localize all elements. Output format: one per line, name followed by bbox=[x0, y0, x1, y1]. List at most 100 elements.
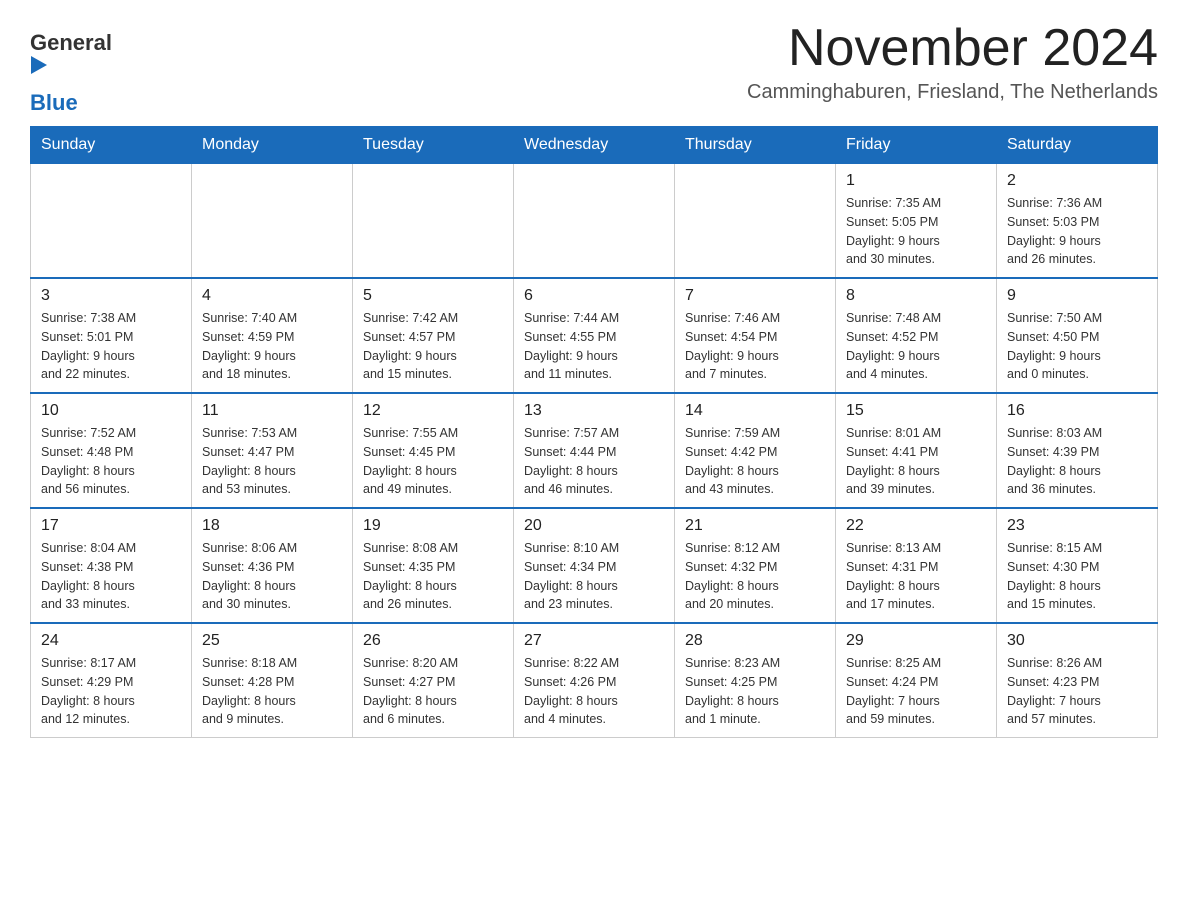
day-info: Sunrise: 8:17 AMSunset: 4:29 PMDaylight:… bbox=[41, 654, 181, 729]
week-row-2: 3 Sunrise: 7:38 AMSunset: 5:01 PMDaylight… bbox=[31, 278, 1158, 393]
calendar-cell: 19Sunrise: 8:08 AMSunset: 4:35 PMDayligh… bbox=[353, 508, 514, 623]
calendar-cell: 16 Sunrise: 8:03 AMSunset: 4:39 PMDayligh… bbox=[997, 393, 1158, 508]
day-info: Sunrise: 7:57 AMSunset: 4:44 PMDaylight:… bbox=[524, 424, 664, 499]
month-title: November 2024 bbox=[747, 20, 1158, 77]
calendar-table: Sunday Monday Tuesday Wednesday Thursday… bbox=[30, 126, 1158, 738]
calendar-cell bbox=[353, 163, 514, 278]
logo: General Blue bbox=[30, 30, 112, 116]
day-number: 22 bbox=[846, 517, 986, 535]
day-info: Sunrise: 8:06 AMSunset: 4:36 PMDaylight:… bbox=[202, 539, 342, 614]
header-saturday: Saturday bbox=[997, 127, 1158, 163]
day-info: Sunrise: 8:03 AMSunset: 4:39 PMDaylight:… bbox=[1007, 424, 1147, 499]
day-number: 3 bbox=[41, 287, 181, 305]
calendar-cell: 29 Sunrise: 8:25 AMSunset: 4:24 PMDayligh… bbox=[836, 623, 997, 738]
day-info: Sunrise: 8:04 AMSunset: 4:38 PMDaylight:… bbox=[41, 539, 181, 614]
calendar-cell: 7 Sunrise: 7:46 AMSunset: 4:54 PMDaylight… bbox=[675, 278, 836, 393]
day-number: 1 bbox=[846, 172, 986, 190]
week-row-1: 1Sunrise: 7:35 AMSunset: 5:05 PMDaylight… bbox=[31, 163, 1158, 278]
day-number: 20 bbox=[524, 517, 664, 535]
calendar-cell: 14 Sunrise: 7:59 AMSunset: 4:42 PMDayligh… bbox=[675, 393, 836, 508]
calendar-cell: 10Sunrise: 7:52 AMSunset: 4:48 PMDayligh… bbox=[31, 393, 192, 508]
day-info: Sunrise: 7:38 AMSunset: 5:01 PMDaylight:… bbox=[41, 309, 181, 384]
day-info: Sunrise: 7:36 AMSunset: 5:03 PMDaylight:… bbox=[1007, 194, 1147, 269]
day-number: 9 bbox=[1007, 287, 1147, 305]
calendar-cell bbox=[31, 163, 192, 278]
calendar-cell: 8Sunrise: 7:48 AMSunset: 4:52 PMDaylight… bbox=[836, 278, 997, 393]
day-number: 11 bbox=[202, 402, 342, 420]
day-number: 12 bbox=[363, 402, 503, 420]
day-number: 16 bbox=[1007, 402, 1147, 420]
day-info: Sunrise: 7:52 AMSunset: 4:48 PMDaylight:… bbox=[41, 424, 181, 499]
day-info: Sunrise: 7:40 AMSunset: 4:59 PMDaylight:… bbox=[202, 309, 342, 384]
day-info: Sunrise: 7:46 AMSunset: 4:54 PMDaylight:… bbox=[685, 309, 825, 384]
day-number: 29 bbox=[846, 632, 986, 650]
calendar-cell: 9 Sunrise: 7:50 AMSunset: 4:50 PMDaylight… bbox=[997, 278, 1158, 393]
calendar-cell bbox=[514, 163, 675, 278]
week-row-3: 10Sunrise: 7:52 AMSunset: 4:48 PMDayligh… bbox=[31, 393, 1158, 508]
calendar-cell: 2 Sunrise: 7:36 AMSunset: 5:03 PMDaylight… bbox=[997, 163, 1158, 278]
location-subtitle: Camminghaburen, Friesland, The Netherlan… bbox=[747, 81, 1158, 104]
day-number: 6 bbox=[524, 287, 664, 305]
calendar-cell: 27Sunrise: 8:22 AMSunset: 4:26 PMDayligh… bbox=[514, 623, 675, 738]
header-monday: Monday bbox=[192, 127, 353, 163]
calendar-cell: 6Sunrise: 7:44 AMSunset: 4:55 PMDaylight… bbox=[514, 278, 675, 393]
header-thursday: Thursday bbox=[675, 127, 836, 163]
day-info: Sunrise: 7:42 AMSunset: 4:57 PMDaylight:… bbox=[363, 309, 503, 384]
title-block: November 2024 Camminghaburen, Friesland,… bbox=[747, 20, 1158, 104]
calendar-cell: 13 Sunrise: 7:57 AMSunset: 4:44 PMDayligh… bbox=[514, 393, 675, 508]
day-number: 8 bbox=[846, 287, 986, 305]
calendar-cell: 11 Sunrise: 7:53 AMSunset: 4:47 PMDayligh… bbox=[192, 393, 353, 508]
day-number: 4 bbox=[202, 287, 342, 305]
day-info: Sunrise: 8:10 AMSunset: 4:34 PMDaylight:… bbox=[524, 539, 664, 614]
day-info: Sunrise: 7:55 AMSunset: 4:45 PMDaylight:… bbox=[363, 424, 503, 499]
day-info: Sunrise: 8:01 AMSunset: 4:41 PMDaylight:… bbox=[846, 424, 986, 499]
day-number: 24 bbox=[41, 632, 181, 650]
day-number: 2 bbox=[1007, 172, 1147, 190]
day-number: 28 bbox=[685, 632, 825, 650]
header-friday: Friday bbox=[836, 127, 997, 163]
day-number: 13 bbox=[524, 402, 664, 420]
calendar-cell: 25 Sunrise: 8:18 AMSunset: 4:28 PMDayligh… bbox=[192, 623, 353, 738]
day-info: Sunrise: 8:23 AMSunset: 4:25 PMDaylight:… bbox=[685, 654, 825, 729]
calendar-cell: 20 Sunrise: 8:10 AMSunset: 4:34 PMDayligh… bbox=[514, 508, 675, 623]
day-info: Sunrise: 8:26 AMSunset: 4:23 PMDaylight:… bbox=[1007, 654, 1147, 729]
day-info: Sunrise: 7:59 AMSunset: 4:42 PMDaylight:… bbox=[685, 424, 825, 499]
day-info: Sunrise: 8:15 AMSunset: 4:30 PMDaylight:… bbox=[1007, 539, 1147, 614]
calendar-cell: 21Sunrise: 8:12 AMSunset: 4:32 PMDayligh… bbox=[675, 508, 836, 623]
header-tuesday: Tuesday bbox=[353, 127, 514, 163]
calendar-cell: 24 Sunrise: 8:17 AMSunset: 4:29 PMDayligh… bbox=[31, 623, 192, 738]
day-number: 19 bbox=[363, 517, 503, 535]
calendar-cell: 18 Sunrise: 8:06 AMSunset: 4:36 PMDayligh… bbox=[192, 508, 353, 623]
day-number: 26 bbox=[363, 632, 503, 650]
day-number: 25 bbox=[202, 632, 342, 650]
calendar-cell: 12 Sunrise: 7:55 AMSunset: 4:45 PMDayligh… bbox=[353, 393, 514, 508]
calendar-cell: 22 Sunrise: 8:13 AMSunset: 4:31 PMDayligh… bbox=[836, 508, 997, 623]
day-info: Sunrise: 8:20 AMSunset: 4:27 PMDaylight:… bbox=[363, 654, 503, 729]
day-info: Sunrise: 8:18 AMSunset: 4:28 PMDaylight:… bbox=[202, 654, 342, 729]
calendar-cell: 3 Sunrise: 7:38 AMSunset: 5:01 PMDaylight… bbox=[31, 278, 192, 393]
week-row-4: 17Sunrise: 8:04 AMSunset: 4:38 PMDayligh… bbox=[31, 508, 1158, 623]
day-number: 7 bbox=[685, 287, 825, 305]
weekday-header-row: Sunday Monday Tuesday Wednesday Thursday… bbox=[31, 127, 1158, 163]
calendar-cell: 30Sunrise: 8:26 AMSunset: 4:23 PMDayligh… bbox=[997, 623, 1158, 738]
day-number: 18 bbox=[202, 517, 342, 535]
day-info: Sunrise: 8:13 AMSunset: 4:31 PMDaylight:… bbox=[846, 539, 986, 614]
day-number: 14 bbox=[685, 402, 825, 420]
page-header: General Blue November 2024 Camminghabure… bbox=[30, 20, 1158, 116]
day-number: 15 bbox=[846, 402, 986, 420]
calendar-cell: 28 Sunrise: 8:23 AMSunset: 4:25 PMDayligh… bbox=[675, 623, 836, 738]
logo-triangle-icon bbox=[30, 56, 112, 72]
day-info: Sunrise: 7:50 AMSunset: 4:50 PMDaylight:… bbox=[1007, 309, 1147, 384]
calendar-cell: 17Sunrise: 8:04 AMSunset: 4:38 PMDayligh… bbox=[31, 508, 192, 623]
day-info: Sunrise: 7:53 AMSunset: 4:47 PMDaylight:… bbox=[202, 424, 342, 499]
day-number: 23 bbox=[1007, 517, 1147, 535]
calendar-cell bbox=[675, 163, 836, 278]
day-info: Sunrise: 8:25 AMSunset: 4:24 PMDaylight:… bbox=[846, 654, 986, 729]
week-row-5: 24 Sunrise: 8:17 AMSunset: 4:29 PMDayligh… bbox=[31, 623, 1158, 738]
calendar-cell: 4 Sunrise: 7:40 AMSunset: 4:59 PMDaylight… bbox=[192, 278, 353, 393]
calendar-cell: 1Sunrise: 7:35 AMSunset: 5:05 PMDaylight… bbox=[836, 163, 997, 278]
day-number: 5 bbox=[363, 287, 503, 305]
calendar-cell: 23 Sunrise: 8:15 AMSunset: 4:30 PMDayligh… bbox=[997, 508, 1158, 623]
logo-blue-text: Blue bbox=[30, 90, 78, 115]
calendar-cell: 26 Sunrise: 8:20 AMSunset: 4:27 PMDayligh… bbox=[353, 623, 514, 738]
